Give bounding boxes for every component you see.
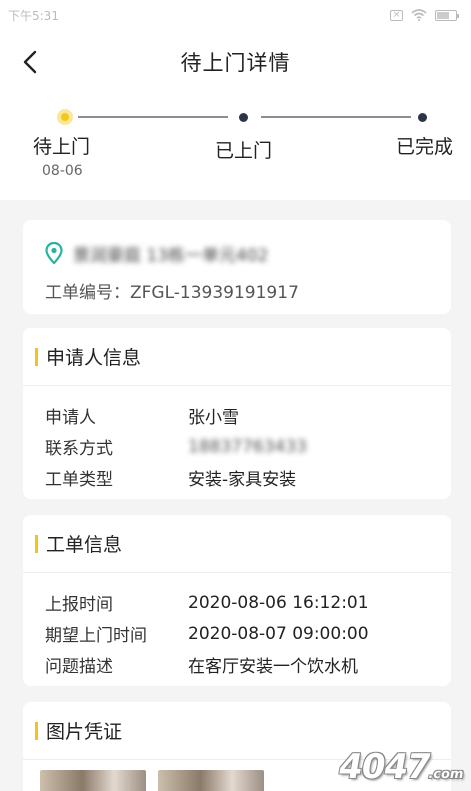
order-number: 工单编号：ZFGL-13939191917 bbox=[23, 268, 451, 303]
problem-description: 在客厅安装一个饮水机 bbox=[188, 657, 358, 677]
photo-thumbnail[interactable] bbox=[40, 770, 146, 791]
section-accent-bar bbox=[35, 534, 38, 553]
back-button[interactable] bbox=[14, 46, 46, 78]
section-accent-bar bbox=[35, 347, 38, 366]
step-label-pending-visit: 待上门 bbox=[33, 136, 91, 158]
order-type: 安装-家具安装 bbox=[188, 470, 297, 490]
info-row: 问题描述 在客厅安装一个饮水机 bbox=[45, 649, 451, 680]
contact-phone[interactable]: 18837763433 bbox=[188, 437, 307, 457]
info-row: 上报时间 2020-08-06 16:12:01 bbox=[45, 587, 451, 618]
info-row: 期望上门时间 2020-08-07 09:00:00 bbox=[45, 618, 451, 649]
order-number-label: 工单编号： bbox=[45, 283, 130, 303]
battery-icon bbox=[435, 9, 459, 21]
progress-line bbox=[78, 116, 228, 118]
expected-visit-time: 2020-08-07 09:00:00 bbox=[188, 623, 369, 644]
applicant-name: 张小雪 bbox=[188, 408, 239, 428]
applicant-card: 申请人信息 申请人 张小雪 联系方式 18837763433 工单类型 安装-家… bbox=[23, 328, 451, 499]
row-key: 上报时间 bbox=[45, 595, 113, 615]
row-key: 期望上门时间 bbox=[45, 626, 147, 646]
location-pin-icon bbox=[45, 242, 63, 264]
section-accent-bar bbox=[35, 721, 38, 740]
card-header: 工单信息 bbox=[23, 515, 451, 573]
photo-list bbox=[40, 770, 264, 791]
info-row: 工单类型 安装-家具安装 bbox=[45, 462, 451, 493]
card-title: 图片凭证 bbox=[46, 721, 123, 743]
row-key: 工单类型 bbox=[45, 470, 113, 490]
address-text: 景润豪庭 13栋一单元402 bbox=[73, 245, 269, 266]
step-date: 08-06 bbox=[42, 163, 83, 179]
chevron-left-icon bbox=[23, 50, 37, 74]
row-key: 申请人 bbox=[45, 408, 96, 428]
status-bar: 下午5:31 × bbox=[0, 0, 471, 30]
address-card: 景润豪庭 13栋一单元402 工单编号：ZFGL-13939191917 bbox=[23, 220, 451, 314]
status-time: 下午5:31 bbox=[8, 8, 59, 23]
step-label-visited: 已上门 bbox=[215, 140, 273, 162]
card-title: 工单信息 bbox=[46, 534, 123, 556]
order-info-card: 工单信息 上报时间 2020-08-06 16:12:01 期望上门时间 202… bbox=[23, 515, 451, 686]
status-icons: × bbox=[390, 9, 459, 21]
row-key: 问题描述 bbox=[45, 657, 113, 677]
row-key: 联系方式 bbox=[45, 439, 113, 459]
nav-bar: 待上门详情 bbox=[0, 30, 471, 94]
info-row: 申请人 张小雪 bbox=[45, 400, 451, 431]
page-title: 待上门详情 bbox=[180, 51, 291, 75]
card-header: 申请人信息 bbox=[23, 328, 451, 386]
address-row: 景润豪庭 13栋一单元402 bbox=[23, 220, 451, 268]
card-title: 申请人信息 bbox=[46, 347, 142, 369]
order-number-value: ZFGL-13939191917 bbox=[130, 283, 299, 303]
watermark-suffix: .com bbox=[427, 767, 465, 782]
step-dot bbox=[239, 113, 248, 122]
sim-off-icon: × bbox=[390, 9, 403, 21]
watermark-text: 4047 bbox=[335, 747, 434, 787]
site-watermark: 4047.com bbox=[336, 747, 469, 787]
report-time: 2020-08-06 16:12:01 bbox=[188, 592, 369, 613]
progress-line bbox=[261, 116, 411, 118]
step-dot-active bbox=[57, 109, 73, 125]
progress-stepper: 待上门 08-06 已上门 已完成 bbox=[0, 94, 471, 200]
step-label-completed: 已完成 bbox=[396, 136, 454, 158]
wifi-icon bbox=[411, 9, 427, 21]
step-dot bbox=[418, 113, 427, 122]
info-row: 联系方式 18837763433 bbox=[45, 431, 451, 462]
photo-thumbnail[interactable] bbox=[158, 770, 264, 791]
